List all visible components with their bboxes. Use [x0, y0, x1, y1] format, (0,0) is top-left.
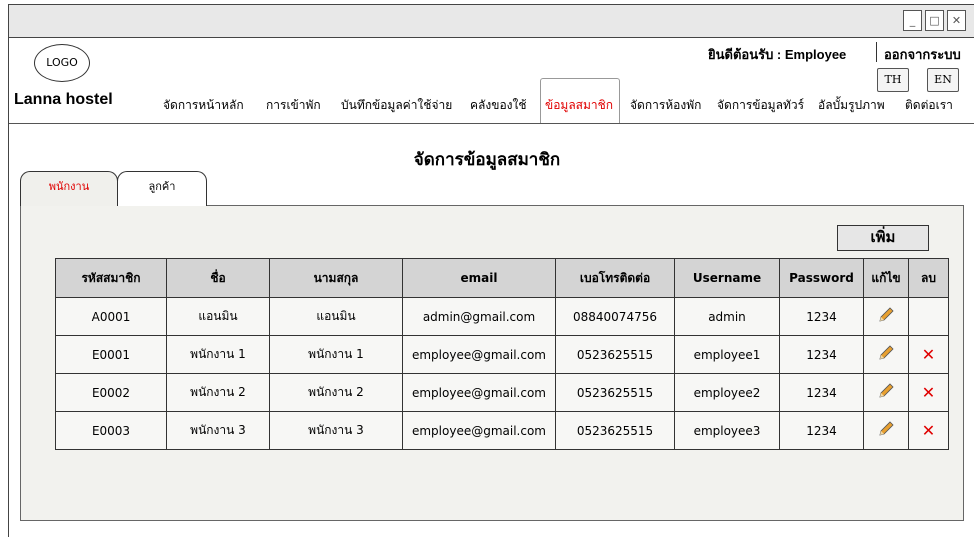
menu-item-rooms[interactable]: จัดการห้องพัก [630, 96, 701, 115]
column-header: เบอโทรติดต่อ [555, 258, 675, 298]
table-cell: employee@gmail.com [402, 411, 556, 450]
edit-cell [863, 335, 909, 374]
logo[interactable]: LOGO [34, 44, 90, 82]
menu-item-expenses[interactable]: บันทึกข้อมูลค่าใช้จ่าย [341, 96, 452, 115]
table-cell: พนักงาน 1 [166, 335, 270, 374]
delete-cell: ✕ [908, 335, 949, 374]
table-cell: แอนมิน [166, 297, 270, 336]
welcome-text: ยินดีต้อนรับ : Employee [708, 47, 847, 62]
table-cell: employee2 [674, 373, 780, 412]
table-cell: E0001 [55, 335, 167, 374]
close-x-icon[interactable]: ✕ [922, 421, 935, 440]
lang-en-button[interactable]: EN [927, 68, 959, 92]
table-cell: 08840074756 [555, 297, 675, 336]
menu-item-checkin[interactable]: การเข้าพัก [266, 96, 321, 115]
table-row: E0001 พนักงาน 1 พนักงาน 1 employee@gmail… [55, 335, 949, 374]
column-header: ลบ [908, 258, 949, 298]
table-cell: 1234 [779, 411, 864, 450]
column-header: แก้ไข [863, 258, 909, 298]
menu-item-album[interactable]: อัลบั้มรูปภาพ [818, 96, 885, 115]
close-window-button[interactable]: ✕ [947, 10, 966, 31]
add-member-button[interactable]: เพิ่ม [837, 225, 929, 251]
window-frame [8, 38, 9, 537]
table-cell: พนักงาน 3 [269, 411, 403, 450]
close-x-icon[interactable]: ✕ [922, 345, 935, 364]
menu-item-inventory[interactable]: คลังของใช้ [470, 96, 527, 115]
table-cell: แอนมิน [269, 297, 403, 336]
column-header: ชื่อ [166, 258, 270, 298]
minimize-button[interactable]: _ [903, 10, 922, 31]
pencil-icon[interactable] [877, 306, 895, 327]
edit-cell [863, 373, 909, 412]
brand-name: Lanna hostel [14, 91, 113, 108]
table-cell: พนักงาน 2 [269, 373, 403, 412]
table-cell: 1234 [779, 297, 864, 336]
table-cell: 1234 [779, 373, 864, 412]
table-cell: employee1 [674, 335, 780, 374]
table-cell: admin [674, 297, 780, 336]
pencil-icon[interactable] [877, 344, 895, 365]
menu-item-tours[interactable]: จัดการข้อมูลทัวร์ [717, 96, 804, 115]
members-table: รหัสสมาชิก ชื่อ นามสกุล email เบอโทรติดต… [55, 258, 949, 450]
column-header: Username [674, 258, 780, 298]
table-cell: 0523625515 [555, 373, 675, 412]
delete-cell: ✕ [908, 373, 949, 412]
table-cell: พนักงาน 1 [269, 335, 403, 374]
table-cell: พนักงาน 3 [166, 411, 270, 450]
table-cell: 0523625515 [555, 335, 675, 374]
table-cell: employee3 [674, 411, 780, 450]
menu-item-home[interactable]: จัดการหน้าหลัก [163, 96, 244, 115]
table-cell: employee@gmail.com [402, 373, 556, 412]
table-cell: admin@gmail.com [402, 297, 556, 336]
edit-cell [863, 411, 909, 450]
table-cell: 1234 [779, 335, 864, 374]
lang-th-button[interactable]: TH [877, 68, 909, 92]
table-row: A0001 แอนมิน แอนมิน admin@gmail.com 0884… [55, 297, 949, 336]
menu-item-members[interactable]: ข้อมูลสมาชิก [545, 96, 613, 115]
window-titlebar [8, 4, 974, 38]
delete-cell [908, 297, 949, 336]
table-row: E0003 พนักงาน 3 พนักงาน 3 employee@gmail… [55, 411, 949, 450]
delete-cell: ✕ [908, 411, 949, 450]
tab-customers[interactable]: ลูกค้า [117, 171, 207, 206]
close-x-icon[interactable]: ✕ [922, 383, 935, 402]
edit-cell [863, 297, 909, 336]
table-cell: E0002 [55, 373, 167, 412]
pencil-icon[interactable] [877, 420, 895, 441]
table-cell: A0001 [55, 297, 167, 336]
tab-employees[interactable]: พนักงาน [20, 171, 118, 206]
menu-item-contact[interactable]: ติดต่อเรา [905, 96, 953, 115]
column-header: นามสกุล [269, 258, 403, 298]
menu-divider [9, 123, 974, 124]
pencil-icon[interactable] [877, 382, 895, 403]
table-cell: พนักงาน 2 [166, 373, 270, 412]
header-divider [876, 42, 877, 62]
table-cell: employee@gmail.com [402, 335, 556, 374]
column-header: Password [779, 258, 864, 298]
table-cell: 0523625515 [555, 411, 675, 450]
table-row: E0002 พนักงาน 2 พนักงาน 2 employee@gmail… [55, 373, 949, 412]
column-header: email [402, 258, 556, 298]
table-header-row: รหัสสมาชิก ชื่อ นามสกุล email เบอโทรติดต… [55, 258, 949, 298]
logout-link[interactable]: ออกจากระบบ [884, 44, 961, 65]
maximize-button[interactable]: □ [925, 10, 944, 31]
column-header: รหัสสมาชิก [55, 258, 167, 298]
table-cell: E0003 [55, 411, 167, 450]
page-title: จัดการข้อมูลสมาชิก [413, 150, 561, 169]
